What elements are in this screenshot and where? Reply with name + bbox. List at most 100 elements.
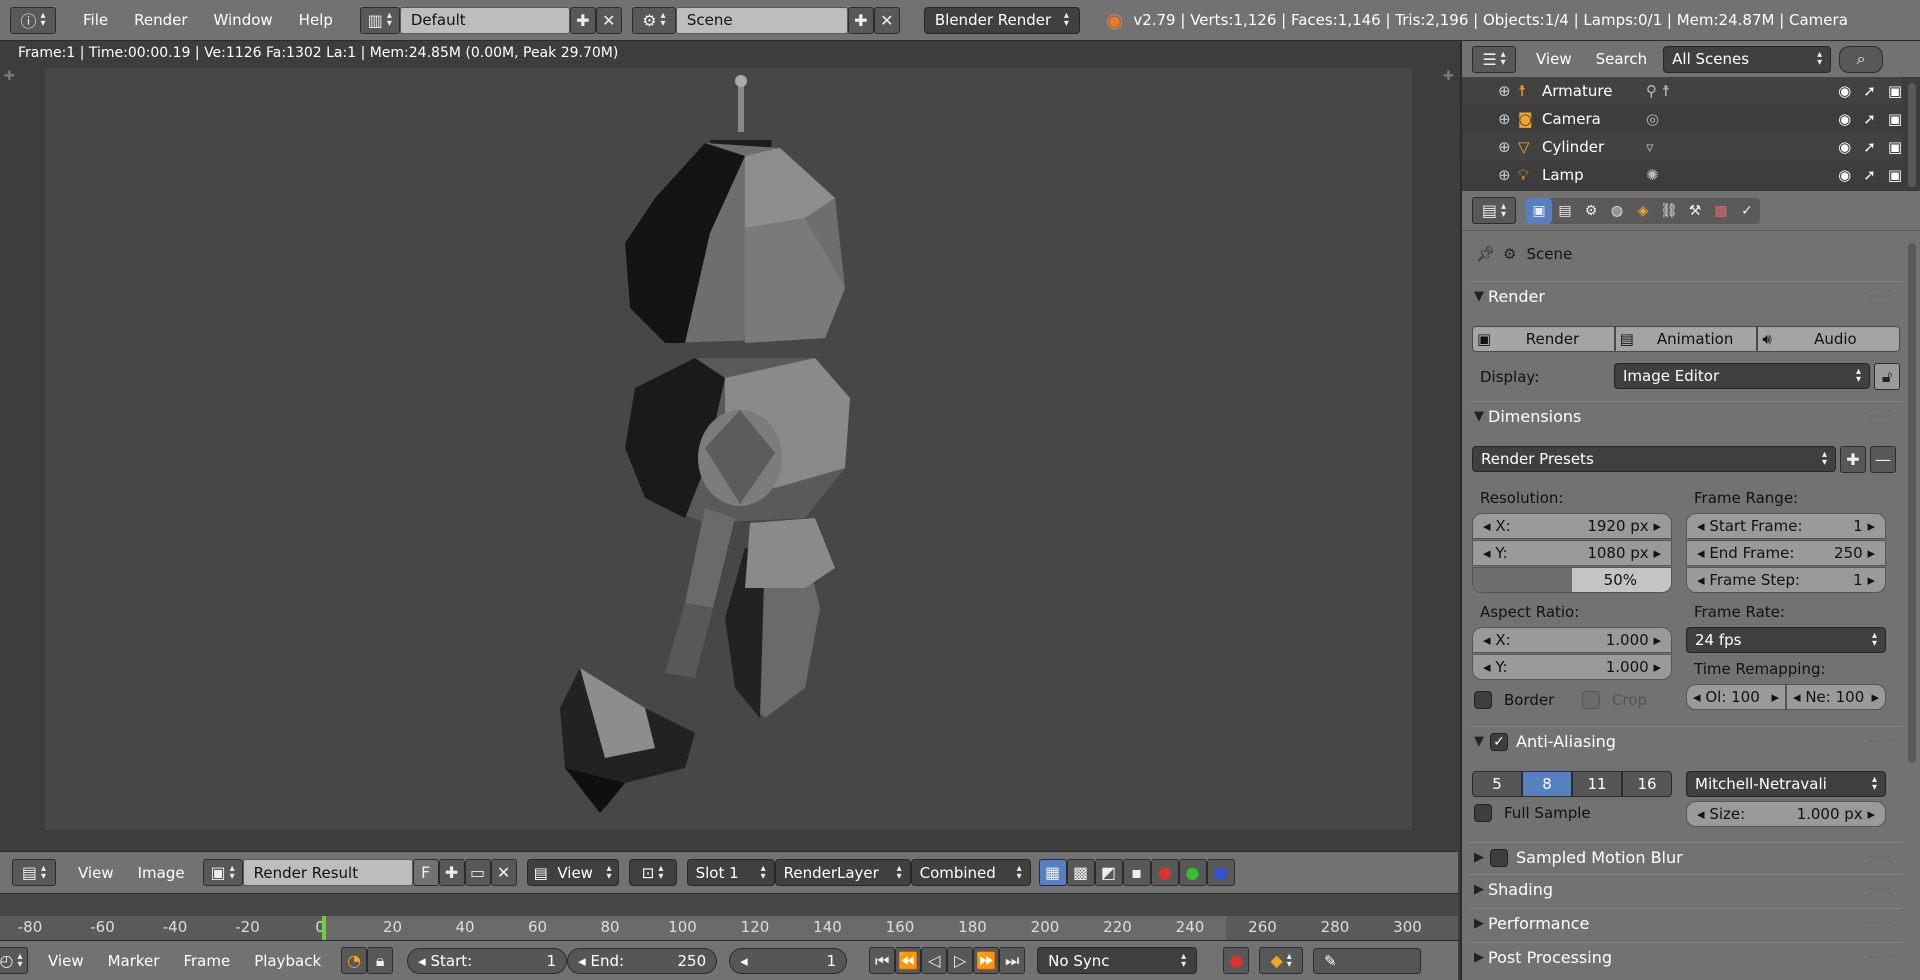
timeline-ruler[interactable]: -80 -60 -40 -20 0 20 40 60 80 100 120 140 160 180 200 2… <box>0 916 1458 942</box>
expand-icon[interactable]: ⊕ <box>1498 82 1518 100</box>
editor-type-outliner-button[interactable]: ☰ ▴ ▾ <box>1472 45 1516 73</box>
menu-render[interactable]: Render <box>121 11 200 29</box>
render-presets-dropdown[interactable]: Render Presets ▴ ▾ <box>1472 446 1836 472</box>
expand-icon[interactable]: ⊕ <box>1498 166 1518 184</box>
scene-browse-button[interactable]: ⚙ ▴ ▾ <box>631 6 676 34</box>
eye-icon[interactable]: ◉ <box>1838 138 1851 156</box>
remove-scene-button[interactable]: ✕ <box>873 6 900 34</box>
render-engine-dropdown[interactable]: Blender Render ▴ ▾ <box>923 6 1080 34</box>
properties-scrollbar[interactable] <box>1908 243 1916 763</box>
jump-end-button[interactable]: ⏭ <box>999 947 1026 974</box>
render-panel-header[interactable]: ▼ Render ⋯⋯ <box>1470 281 1902 311</box>
outliner-filter-dropdown[interactable]: All Scenes ▴ ▾ <box>1663 45 1832 73</box>
anti-aliasing-panel-header[interactable]: ▼ ✓ Anti-Aliasing ⋯⋯ <box>1470 726 1902 756</box>
menu-frame[interactable]: Frame <box>171 952 242 970</box>
layout-browse-button[interactable]: ▥ ▴ ▾ <box>359 6 400 34</box>
add-layout-button[interactable]: ✚ <box>569 6 596 34</box>
border-checkbox-row[interactable]: Border <box>1474 691 1554 709</box>
cursor-icon[interactable]: ➚ <box>1863 110 1876 128</box>
menu-file[interactable]: File <box>70 11 121 29</box>
keying-set-button[interactable]: ◆ ▴ ▾ <box>1259 947 1304 974</box>
crop-checkbox[interactable] <box>1582 691 1600 709</box>
shading-panel-header[interactable]: ▶ Shading ⋯⋯ <box>1470 874 1902 904</box>
drag-grip-icon[interactable]: ⋯⋯ <box>1870 884 1892 895</box>
outliner-item-cylinder[interactable]: ⊕ ▽ Cylinder ▿ ◉ ➚ ▣ <box>1462 133 1902 161</box>
use-preview-range-button[interactable]: ◔ <box>341 947 368 974</box>
editor-type-properties-button[interactable]: ▤ ▴ ▾ <box>1472 197 1516 224</box>
menu-view[interactable]: View <box>66 864 126 882</box>
cursor-icon[interactable]: ➚ <box>1863 138 1876 156</box>
outliner-item-lamp[interactable]: ⊕ 💡︎ Lamp ✺ ◉ ➚ ▣ <box>1462 161 1902 189</box>
remove-preset-button[interactable]: — <box>1870 446 1896 473</box>
slot-dropdown[interactable]: Slot 1 ▴ ▾ <box>686 859 775 886</box>
render-layer-dropdown[interactable]: RenderLayer ▴ ▾ <box>774 859 911 886</box>
render-camera-icon[interactable]: ▣ <box>1888 138 1902 156</box>
aa-samples-5[interactable]: 5 <box>1472 771 1522 797</box>
menu-window[interactable]: Window <box>201 11 286 29</box>
sampled-motion-blur-panel-header[interactable]: ▶ Sampled Motion Blur ⋯⋯ <box>1470 842 1902 872</box>
remove-layout-button[interactable]: ✕ <box>595 6 622 34</box>
drag-grip-icon[interactable]: ⋯⋯ <box>1870 736 1892 747</box>
drag-grip-icon[interactable]: ⋯⋯ <box>1870 291 1892 302</box>
playhead-marker[interactable] <box>321 916 326 942</box>
prev-keyframe-button[interactable]: ⏪ <box>895 947 922 974</box>
outliner-scrollbar[interactable] <box>1908 83 1916 187</box>
drag-grip-icon[interactable]: ⋯⋯ <box>1870 852 1892 863</box>
pivot-dropdown[interactable]: ⊡ ▴ ▾ <box>628 859 677 886</box>
end-frame-field[interactable]: ◂ End Frame: 250 ▸ <box>1686 540 1886 566</box>
aa-filter-dropdown[interactable]: Mitchell-Netravali ▴ ▾ <box>1686 771 1886 797</box>
eye-icon[interactable]: ◉ <box>1838 82 1851 100</box>
z-buffer-button[interactable]: ▪ <box>1122 859 1151 886</box>
area-split-corner-icon[interactable]: ✚ <box>4 69 15 84</box>
lock-interface-button[interactable]: 🔓︎ <box>1874 363 1900 390</box>
image-browse-button[interactable]: ▣ ▴ ▾ <box>202 859 243 886</box>
open-image-button[interactable]: ▭ <box>464 859 491 886</box>
resolution-y-field[interactable]: ◂ Y: 1080 px ▸ <box>1472 540 1672 566</box>
start-frame-field[interactable]: ◂ Start Frame: 1 ▸ <box>1686 513 1886 539</box>
blue-channel-button[interactable]: ● <box>1206 859 1235 886</box>
editor-type-image-button[interactable]: ▤ ▴ ▾ <box>12 859 56 886</box>
active-keying-set-field[interactable]: ✎ <box>1313 947 1422 974</box>
render-camera-icon[interactable]: ▣ <box>1888 166 1902 184</box>
editor-type-timeline-button[interactable]: ◴ ▴ ▾ <box>0 947 28 974</box>
outliner-item-armature[interactable]: ⊕ ☨ Armature ⚲ ☨ ◉ ➚ ▣ <box>1462 77 1902 105</box>
scene-name-field[interactable]: Scene <box>675 6 848 34</box>
eye-icon[interactable]: ◉ <box>1838 110 1851 128</box>
aspect-y-field[interactable]: ◂ Y: 1.000 ▸ <box>1472 654 1672 680</box>
outliner-search-button[interactable]: ⌕ <box>1839 45 1884 73</box>
render-layers-tab[interactable]: ▤ <box>1552 198 1578 224</box>
menu-image[interactable]: Image <box>126 864 197 882</box>
add-scene-button[interactable]: ✚ <box>847 6 874 34</box>
jump-start-button[interactable]: ⏮ <box>869 947 896 974</box>
next-keyframe-button[interactable]: ⏩ <box>973 947 1000 974</box>
texture-tab[interactable]: ▩ <box>1708 198 1734 224</box>
dimensions-panel-header[interactable]: ▼ Dimensions ⋯⋯ <box>1470 401 1902 431</box>
resolution-x-field[interactable]: ◂ X: 1920 px ▸ <box>1472 513 1672 539</box>
anti-aliasing-checkbox[interactable]: ✓ <box>1490 732 1508 751</box>
constraints-tab[interactable]: ⛓ <box>1656 198 1682 224</box>
start-frame-field[interactable]: ◂ Start: 1 <box>407 947 568 974</box>
aa-samples-16[interactable]: 16 <box>1622 771 1672 797</box>
image-name-field[interactable]: Render Result <box>242 859 413 886</box>
area-split-corner-icon[interactable]: ✚ <box>1443 69 1454 84</box>
end-frame-field[interactable]: ◂ End: 250 <box>567 947 718 974</box>
frame-rate-dropdown[interactable]: 24 fps ▴ ▾ <box>1686 627 1886 653</box>
eye-icon[interactable]: ◉ <box>1838 166 1851 184</box>
render-camera-icon[interactable]: ▣ <box>1888 110 1902 128</box>
render-canvas[interactable] <box>45 68 1412 830</box>
image-editor-area[interactable]: Frame:1 | Time:00:00.19 | Ve:1126 Fa:130… <box>0 41 1458 851</box>
audio-button[interactable]: 🔊︎ Audio <box>1757 326 1901 352</box>
lock-frames-button[interactable]: 🔒︎ <box>367 947 394 974</box>
drag-grip-icon[interactable]: ⋯⋯ <box>1870 952 1892 963</box>
auto-keying-button[interactable]: ● <box>1223 947 1250 974</box>
sync-mode-dropdown[interactable]: No Sync ▴ ▾ <box>1037 947 1198 974</box>
resolution-percentage-slider[interactable]: 50% <box>1472 567 1672 593</box>
play-reverse-button[interactable]: ◁ <box>921 947 948 974</box>
pin-icon[interactable]: 📌︎ <box>1476 245 1495 263</box>
object-tab[interactable]: ◈ <box>1630 198 1656 224</box>
render-button[interactable]: ▣ Render <box>1472 326 1615 352</box>
new-image-button[interactable]: ✚ <box>438 859 465 886</box>
green-channel-button[interactable]: ● <box>1178 859 1207 886</box>
aspect-x-field[interactable]: ◂ X: 1.000 ▸ <box>1472 627 1672 653</box>
time-remap-old-field[interactable]: ◂ Ol: 100 ▸ <box>1686 684 1786 710</box>
